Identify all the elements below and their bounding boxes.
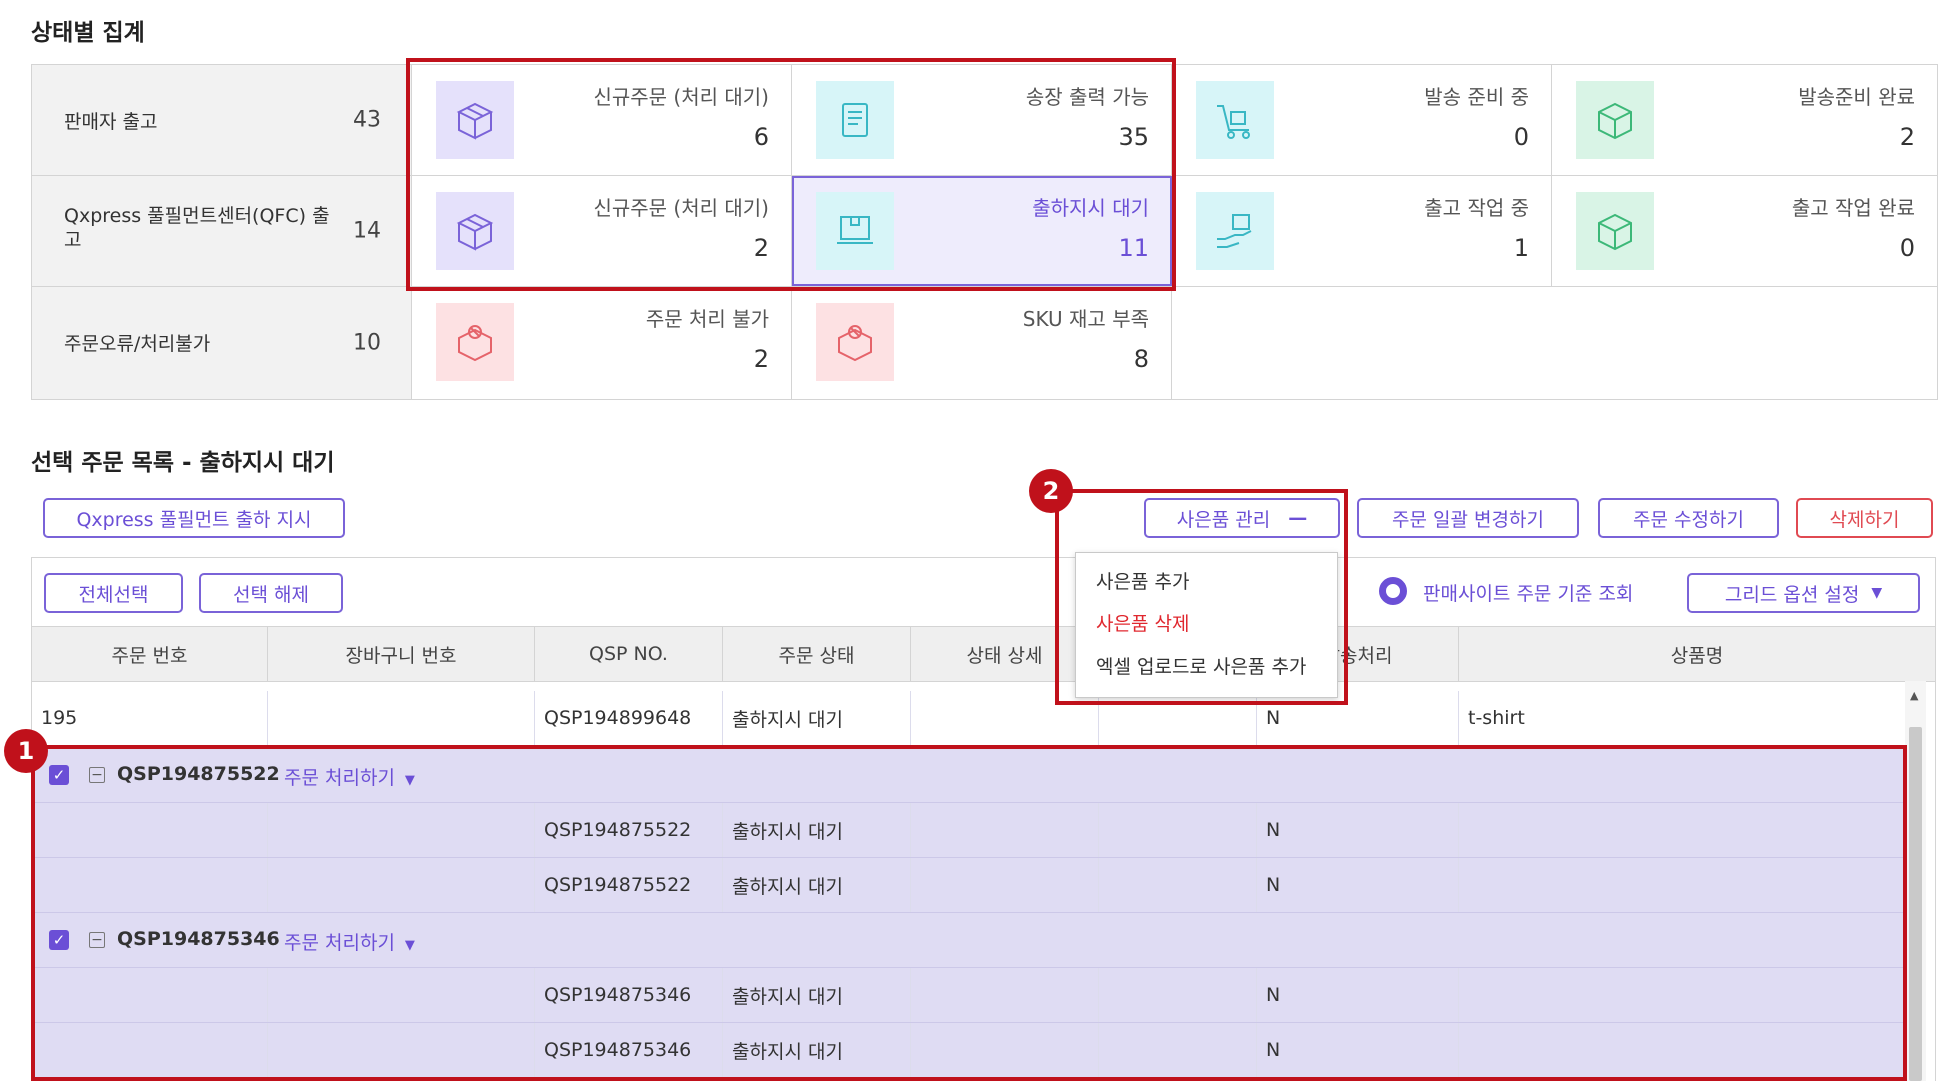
cell-cart-no	[268, 691, 535, 745]
card-count: 2	[753, 345, 769, 373]
table-row[interactable]: 195 QSP194899648 출하지시 대기 N t-shirt	[32, 691, 1912, 746]
package-icon	[1576, 81, 1654, 159]
qxpress-dispatch-button[interactable]: Qxpress 풀필먼트 출하 지시	[43, 498, 345, 538]
hand-box-icon	[1196, 192, 1274, 270]
col-cart-no[interactable]: 장바구니 번호	[268, 627, 535, 681]
vertical-scrollbar[interactable]: ▲	[1905, 681, 1926, 1081]
summary-title: 상태별 집계	[31, 20, 145, 46]
error-box-icon	[816, 303, 894, 381]
card-title: 발송 준비 중	[1424, 85, 1529, 109]
status-card-outbound-in-progress[interactable]: 출고 작업 중 1	[1172, 176, 1552, 286]
cell-status: 출하지시 대기	[723, 691, 911, 745]
status-card-ready-complete[interactable]: 발송준비 완료 2	[1552, 65, 1937, 175]
status-card-sku-shortage[interactable]: SKU 재고 부족 8	[792, 287, 1172, 399]
scroll-up-icon[interactable]: ▲	[1910, 689, 1918, 702]
error-box-icon	[436, 303, 514, 381]
row-label: 판매자 출고	[64, 111, 158, 133]
card-title: 주문 처리 불가	[645, 307, 769, 331]
bulk-change-button[interactable]: 주문 일괄 변경하기	[1357, 498, 1579, 538]
col-product[interactable]: 상품명	[1459, 627, 1935, 681]
select-all-button[interactable]: 전체선택	[44, 573, 183, 613]
card-title: SKU 재고 부족	[1022, 307, 1149, 331]
delete-button[interactable]: 삭제하기	[1796, 498, 1933, 538]
row-header: 주문오류/처리불가 10	[32, 287, 412, 399]
card-count: 8	[1133, 345, 1149, 373]
card-count: 1	[1513, 234, 1529, 262]
row-header: Qxpress 풀필먼트센터(QFC) 출고 14	[32, 176, 412, 286]
row-label: 주문오류/처리불가	[64, 333, 211, 355]
card-count: 2	[1899, 123, 1915, 151]
row-count: 43	[353, 107, 381, 133]
status-card-preparing-shipment[interactable]: 발송 준비 중 0	[1172, 65, 1552, 175]
package-icon	[1576, 192, 1654, 270]
radio-button[interactable]	[1379, 577, 1407, 605]
radio-label: 판매사이트 주문 기준 조회	[1423, 583, 1634, 605]
row-count: 10	[353, 330, 381, 356]
callout-badge-1: 1	[4, 729, 48, 773]
highlight-box-order-groups	[31, 745, 1907, 1081]
card-count: 0	[1899, 234, 1915, 262]
caret-down-icon: ▼	[1871, 585, 1883, 601]
card-title: 출고 작업 중	[1424, 196, 1529, 220]
callout-badge-2: 2	[1029, 469, 1073, 513]
card-count: 0	[1513, 123, 1529, 151]
grid-options-button[interactable]: 그리드 옵션 설정 ▼	[1687, 573, 1920, 613]
row-count: 14	[353, 218, 381, 244]
card-title: 출고 작업 완료	[1791, 196, 1915, 220]
scrollbar-thumb[interactable]	[1909, 727, 1922, 1081]
card-title: 발송준비 완료	[1798, 85, 1915, 109]
status-card-outbound-complete[interactable]: 출고 작업 완료 0	[1552, 176, 1937, 286]
orders-title: 선택 주문 목록 - 출하지시 대기	[31, 450, 335, 476]
highlight-box-summary	[406, 58, 1176, 291]
edit-order-button[interactable]: 주문 수정하기	[1598, 498, 1779, 538]
cell-product: t-shirt	[1468, 707, 1525, 729]
empty-cell	[1172, 287, 1937, 399]
col-order-no[interactable]: 주문 번호	[32, 627, 268, 681]
row-label: Qxpress 풀필먼트센터(QFC) 출고	[64, 205, 330, 251]
grid-options-label: 그리드 옵션 설정	[1724, 583, 1860, 606]
cell-order-no: 195	[32, 691, 268, 745]
highlight-box-gift-menu	[1055, 489, 1348, 705]
grid-toolbar: 전체선택 선택 해제 판매사이트 주문 기준 조회 그리드 옵션 설정 ▼	[32, 558, 1935, 626]
cell-qsp-no: QSP194899648	[535, 691, 723, 745]
col-qsp-no[interactable]: QSP NO.	[535, 627, 723, 681]
cart-icon	[1196, 81, 1274, 159]
deselect-button[interactable]: 선택 해제	[199, 573, 343, 613]
row-header: 판매자 출고 43	[32, 65, 412, 175]
col-order-status[interactable]: 주문 상태	[723, 627, 911, 681]
grid-header: 주문 번호 장바구니 번호 QSP NO. 주문 상태 상태 상세 발송처리 상…	[32, 626, 1935, 682]
status-card-cannot-process[interactable]: 주문 처리 불가 2	[412, 287, 792, 399]
summary-row-errors: 주문오류/처리불가 10 주문 처리 불가 2 SKU 재고 부족 8	[32, 287, 1937, 399]
